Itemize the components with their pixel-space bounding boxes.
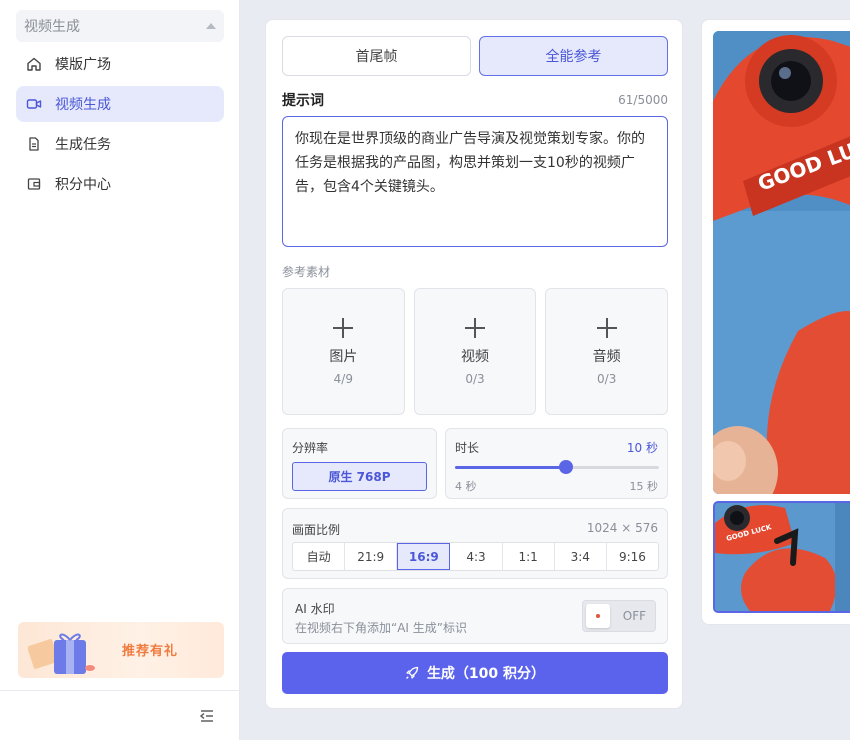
ratio-option-16-9[interactable]: 16:9 (397, 543, 451, 570)
prompt-counter: 61/5000 (618, 93, 668, 107)
duration-slider[interactable] (455, 460, 659, 474)
collapse-sidebar-icon[interactable] (198, 707, 216, 725)
watermark-section: AI 水印 在视频右下角添加“AI 生成”标识 OFF (282, 588, 668, 644)
plus-icon (333, 317, 354, 338)
ratio-option-21-9[interactable]: 21:9 (345, 543, 398, 570)
duration-value: 10 秒 (626, 441, 658, 455)
duration-slider-handle[interactable] (559, 460, 574, 474)
toggle-knob (586, 604, 610, 628)
tab-first-last-frame[interactable]: 首尾帧 (282, 36, 471, 76)
home-icon (26, 56, 42, 72)
ratio-option-1-1[interactable]: 1:1 (503, 543, 555, 570)
generate-button-label: 生成（100 积分） (426, 666, 546, 682)
sidebar-divider (0, 690, 240, 691)
prompt-header: 提示词 61/5000 (282, 90, 668, 110)
sidebar-item-label: 视频生成 (55, 97, 111, 113)
watermark-label: AI 水印 (295, 602, 335, 616)
rocket-icon (405, 666, 419, 679)
aspect-ratio-label: 画面比例 (292, 523, 341, 537)
duration-slider-fill (455, 466, 567, 469)
duration-min-label: 4 秒 (455, 480, 477, 493)
gift-icon (28, 633, 95, 674)
watermark-description: 在视频右下角添加“AI 生成”标识 (295, 621, 467, 635)
resolution-option[interactable]: 原生 768P (292, 462, 427, 491)
sidebar-item-video-generation[interactable]: 视频生成 (16, 86, 224, 122)
reference-title: 参考素材 (282, 265, 331, 279)
reference-card-count: 4/9 (333, 371, 353, 386)
reference-card-count: 0/3 (597, 371, 617, 386)
generation-form-panel: 首尾帧 全能参考 提示词 61/5000 你现在是世界顶级的商业广告导演及视觉策… (265, 19, 683, 709)
aspect-ratio-section: 画面比例 1024 × 576 自动 21:9 16:9 4:3 1:1 3:4… (282, 508, 668, 579)
ratio-option-auto[interactable]: 自动 (293, 543, 346, 570)
prompt-input[interactable]: 你现在是世界顶级的商业广告导演及视觉策划专家。你的任务是根据我的产品图，构思并策… (282, 116, 668, 247)
generate-button[interactable]: 生成（100 积分） (282, 652, 668, 694)
preview-main-image[interactable]: GOOD LUCK (713, 31, 850, 494)
duration-section: 时长 10 秒 4 秒 15 秒 (445, 428, 668, 499)
reference-card-label: 音频 (592, 348, 621, 365)
preview-thumbnail[interactable]: GOOD LUCK (713, 501, 850, 613)
mode-tabs: 首尾帧 全能参考 (282, 36, 668, 76)
product-thumbnail-image: GOOD LUCK (715, 503, 850, 611)
chevron-up-icon (206, 23, 216, 29)
sidebar-item-label: 生成任务 (55, 137, 111, 153)
sidebar-section-header[interactable]: 视频生成 (16, 10, 224, 42)
upload-audio-card[interactable]: 音频 0/3 (545, 288, 669, 415)
sidebar-item-template-square[interactable]: 模版广场 (16, 46, 224, 82)
sidebar: 视频生成 模版广场 视频生成 生成任务 积分中心 推荐有礼 (0, 0, 240, 740)
reference-grid: 图片 4/9 视频 0/3 音频 0/3 (282, 288, 669, 415)
sidebar-section-title: 视频生成 (24, 19, 80, 35)
prompt-label: 提示词 (282, 93, 324, 109)
plus-icon (465, 317, 485, 338)
resolution-section: 分辨率 原生 768P (282, 428, 437, 499)
ratio-option-4-3[interactable]: 4:3 (450, 543, 503, 570)
upload-video-card[interactable]: 视频 0/3 (413, 288, 537, 415)
reference-card-label: 图片 (329, 348, 358, 365)
video-camera-icon (26, 96, 42, 112)
watermark-toggle[interactable]: OFF (582, 600, 656, 632)
promo-label: 推荐有礼 (122, 644, 179, 659)
wallet-icon (26, 176, 42, 192)
upload-image-card[interactable]: 图片 4/9 (282, 288, 405, 415)
aspect-ratio-dimensions: 1024 × 576 (586, 521, 658, 535)
referral-promo-banner[interactable]: 推荐有礼 (18, 622, 224, 678)
resolution-label: 分辨率 (292, 441, 329, 455)
sidebar-item-label: 积分中心 (55, 177, 111, 193)
document-icon (26, 136, 42, 152)
product-camera-image: GOOD LUCK (713, 31, 850, 494)
sidebar-item-label: 模版广场 (55, 57, 111, 73)
sidebar-item-tasks[interactable]: 生成任务 (16, 126, 224, 162)
ratio-option-9-16[interactable]: 9:16 (607, 543, 658, 570)
sidebar-item-points[interactable]: 积分中心 (16, 166, 224, 202)
duration-label: 时长 (455, 441, 480, 455)
reference-card-count: 0/3 (465, 371, 485, 386)
toggle-state: OFF (622, 609, 646, 623)
reference-card-label: 视频 (461, 348, 489, 365)
aspect-ratio-options: 自动 21:9 16:9 4:3 1:1 3:4 9:16 (292, 542, 659, 571)
plus-icon (596, 317, 617, 338)
ratio-option-3-4[interactable]: 3:4 (555, 543, 607, 570)
duration-max-label: 15 秒 (629, 480, 659, 493)
preview-panel: GOOD LUCK GOOD LUCK (701, 19, 850, 625)
tab-omni-reference[interactable]: 全能参考 (479, 36, 668, 76)
